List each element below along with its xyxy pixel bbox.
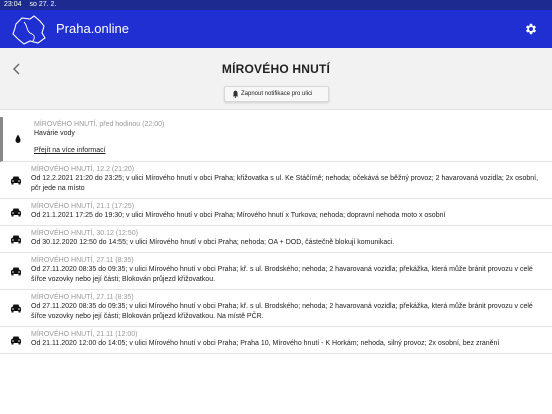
status-date: so 27. 2. — [29, 1, 57, 8]
car-icon — [11, 235, 21, 244]
event-text: Od 27.11.2020 08:35 do 09:35; v ulici Mí… — [31, 266, 533, 283]
list-item[interactable]: MÍROVÉHO HNUTÍ, 27.11 (8:35) Od 27.11.20… — [0, 253, 552, 290]
event-meta: MÍROVÉHO HNUTÍ, 21.11 (12:00) — [31, 331, 138, 338]
list-item[interactable]: MÍROVÉHO HNUTÍ, 27.11 (8:35) Od 27.11.20… — [0, 290, 552, 327]
prague-map-logo-icon — [12, 15, 46, 45]
car-icon — [11, 176, 21, 185]
list-item[interactable]: MÍROVÉHO HNUTÍ, 12.2 (21:20) Od 12.2.202… — [0, 162, 552, 199]
list-item[interactable]: MÍROVÉHO HNUTÍ, 30.12 (12:50) Od 30.12.2… — [0, 226, 552, 253]
list-item[interactable]: MÍROVÉHO HNUTÍ, před hodinou (22:00) Hav… — [0, 117, 552, 162]
event-text: Od 30.12.2020 12:50 do 14:55; v ulici Mí… — [31, 239, 395, 246]
event-text: Od 27.11.2020 08:35 do 09:35; v ulici Mí… — [31, 303, 533, 320]
event-meta: MÍROVÉHO HNUTÍ, před hodinou (22:00) — [34, 121, 165, 128]
event-text: Od 21.1.2021 17:25 do 19:30; v ulici Mír… — [31, 212, 446, 219]
event-meta: MÍROVÉHO HNUTÍ, 27.11 (8:35) — [31, 294, 134, 301]
page-title: MÍROVÉHO HNUTÍ — [221, 62, 331, 76]
event-meta: MÍROVÉHO HNUTÍ, 30.12 (12:50) — [31, 230, 138, 237]
event-meta: MÍROVÉHO HNUTÍ, 27.11 (8:35) — [31, 257, 134, 264]
event-meta: MÍROVÉHO HNUTÍ, 21.1 (17:25) — [31, 203, 135, 210]
app-bar: Praha.online — [0, 10, 552, 48]
status-bar: 23:04 so 27. 2. — [0, 0, 552, 10]
water-drop-icon — [15, 134, 21, 143]
event-list: MÍROVÉHO HNUTÍ, před hodinou (22:00) Hav… — [0, 117, 552, 354]
event-text: Od 21.11.2020 12:00 do 14:05; v ulici Mí… — [31, 340, 500, 347]
notification-toggle-button[interactable]: Zapnout notifikace pro ulici — [224, 86, 329, 102]
list-item[interactable]: MÍROVÉHO HNUTÍ, 21.11 (12:00) Od 21.11.2… — [0, 327, 552, 354]
app-title: Praha.online — [56, 21, 129, 36]
car-icon — [11, 208, 21, 217]
event-meta: MÍROVÉHO HNUTÍ, 12.2 (21:20) — [31, 166, 135, 173]
car-icon — [11, 267, 21, 276]
more-info-link[interactable]: Přejít na více informací — [34, 146, 106, 156]
car-icon — [11, 336, 21, 345]
event-text: Havárie vody — [34, 130, 75, 137]
status-time: 23:04 — [4, 1, 22, 8]
car-icon — [11, 304, 21, 313]
notification-toggle-label: Zapnout notifikace pro ulici — [241, 91, 313, 97]
list-item[interactable]: MÍROVÉHO HNUTÍ, 21.1 (17:25) Od 21.1.202… — [0, 199, 552, 226]
bell-icon — [232, 90, 239, 98]
event-text: Od 12.2.2021 21:20 do 23:25; v ulici Mír… — [31, 175, 539, 192]
gear-icon[interactable] — [524, 22, 538, 36]
